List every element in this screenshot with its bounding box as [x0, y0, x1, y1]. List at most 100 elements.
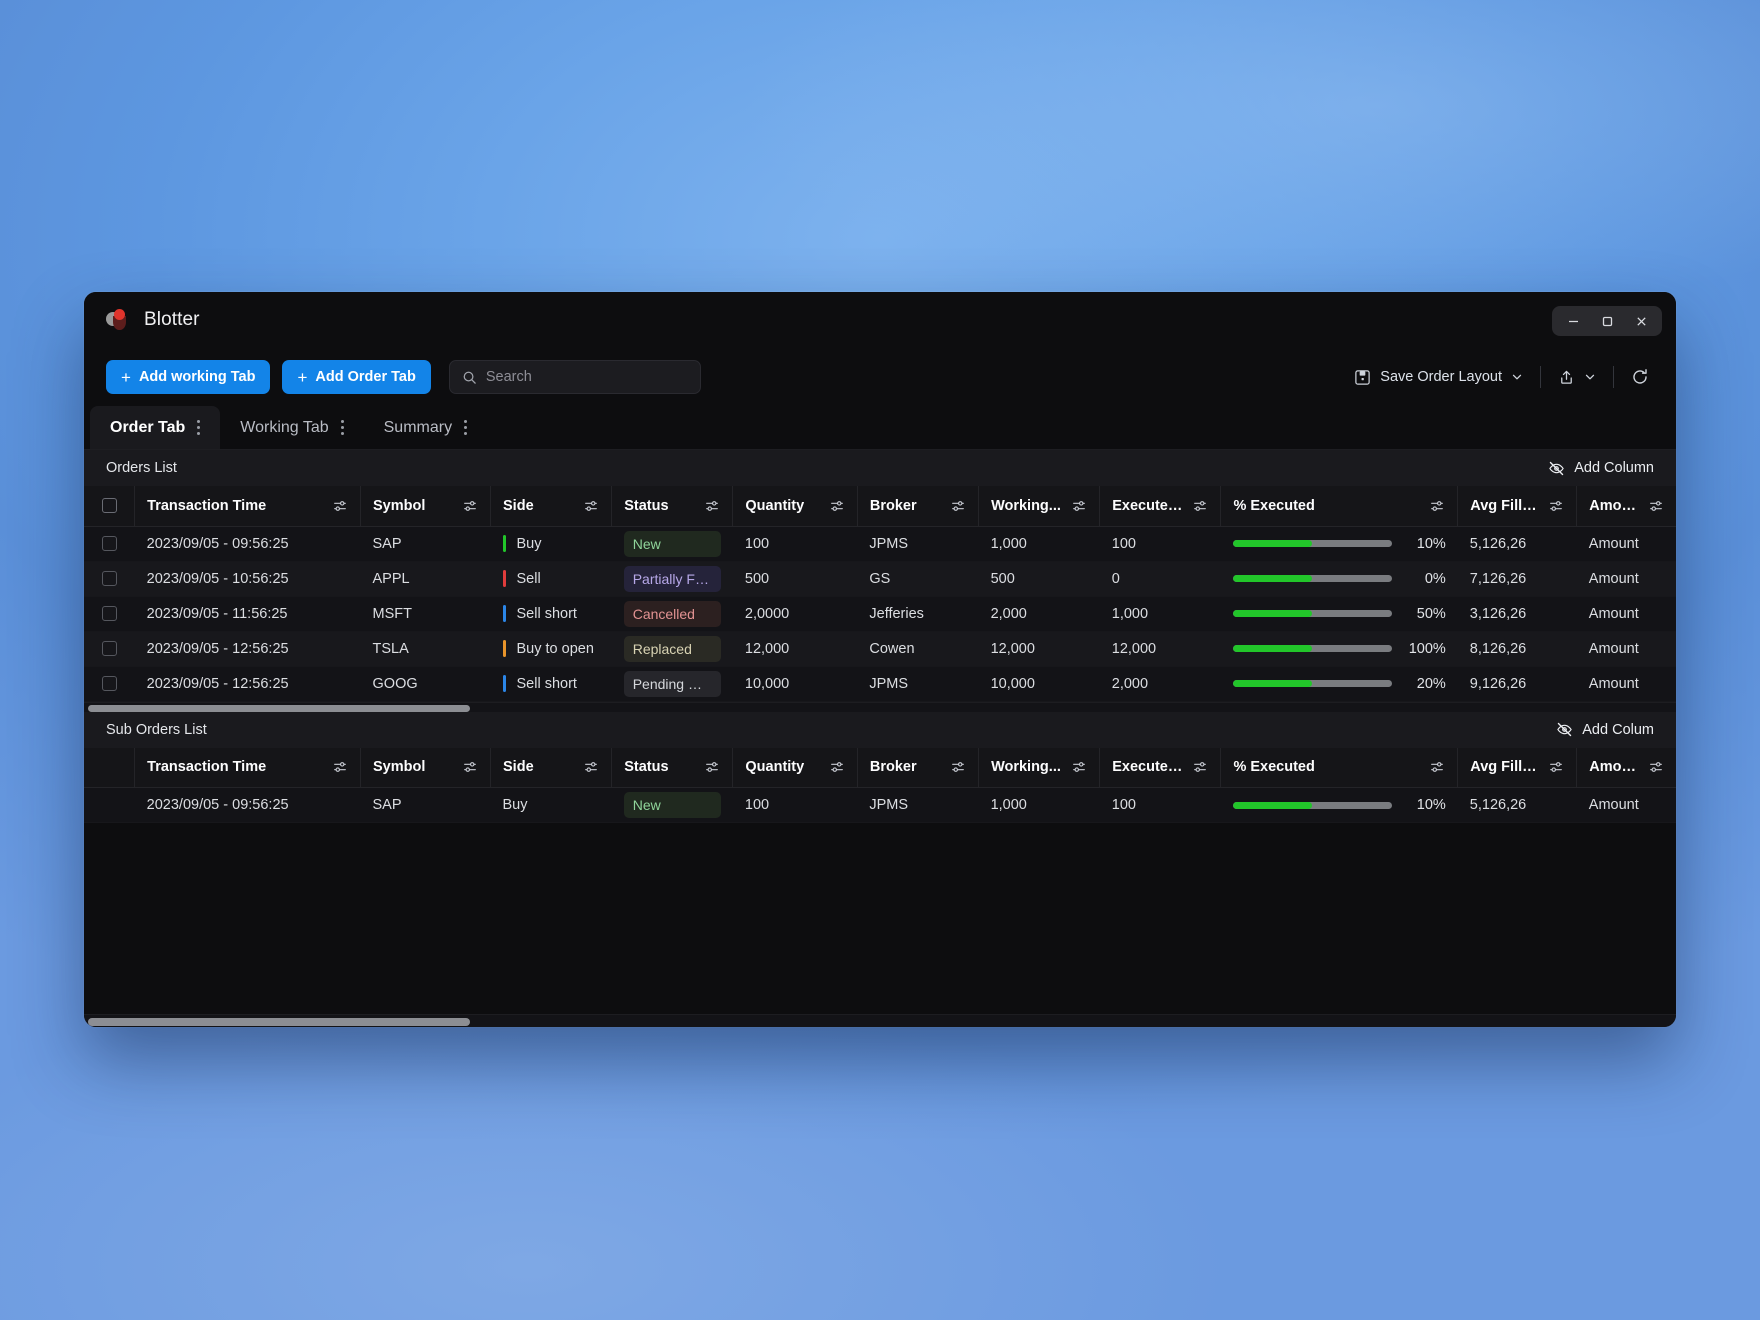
filter-sliders-icon[interactable]	[1063, 759, 1087, 775]
table-row[interactable]: 2023/09/05 - 11:56:25 MSFT Sell short Cance…	[84, 596, 1676, 632]
row-select-cell[interactable]	[84, 787, 135, 823]
filter-sliders-icon[interactable]	[1640, 759, 1664, 775]
status-cell: Cancelled	[611, 596, 733, 632]
column-header-amount[interactable]: Amount	[1576, 747, 1676, 788]
column-header-side[interactable]: Side	[490, 486, 613, 527]
filter-sliders-icon[interactable]	[1540, 498, 1564, 514]
column-header-broker[interactable]: Broker	[857, 486, 980, 527]
column-header-quantity[interactable]: Quantity	[732, 747, 858, 788]
filter-sliders-icon[interactable]	[1184, 759, 1208, 775]
row-select-cell[interactable]	[84, 666, 135, 702]
plus-icon: +	[297, 367, 308, 387]
kebab-menu-icon[interactable]	[197, 420, 201, 435]
transaction-time-cell: 2023/09/05 - 10:56:25	[134, 561, 361, 597]
kebab-menu-icon[interactable]	[340, 420, 344, 435]
column-header-executed[interactable]: Executed..	[1099, 486, 1222, 527]
column-header-quantity[interactable]: Quantity	[732, 486, 858, 527]
search-input[interactable]	[485, 369, 688, 385]
select-all-checkbox[interactable]	[101, 498, 117, 514]
column-label: Working...	[991, 497, 1061, 514]
table-row[interactable]: 2023/09/05 - 10:56:25 APPL Sell Partially F…	[84, 561, 1676, 597]
tab-summary[interactable]: Summary	[364, 406, 487, 449]
filter-sliders-icon[interactable]	[942, 759, 966, 775]
column-header-pct-executed[interactable]: % Executed	[1220, 747, 1459, 788]
column-header-working[interactable]: Working...	[978, 747, 1101, 788]
filter-sliders-icon[interactable]	[821, 498, 845, 514]
avg-fill-price-cell: 5,126,26	[1457, 787, 1577, 823]
tab-order-tab[interactable]: Order Tab	[90, 406, 221, 449]
kebab-menu-icon[interactable]	[464, 420, 468, 435]
filter-sliders-icon[interactable]	[575, 498, 599, 514]
add-working-tab-button[interactable]: + Add working Tab	[106, 360, 271, 394]
filter-sliders-icon[interactable]	[575, 759, 599, 775]
symbol-cell: TSLA	[360, 631, 491, 667]
transaction-time-cell: 2023/09/05 - 12:56:25	[134, 631, 361, 667]
row-checkbox[interactable]	[101, 536, 117, 552]
maximize-button[interactable]	[1592, 310, 1622, 332]
column-header-status[interactable]: Status	[611, 486, 734, 527]
window-scroll-thumb[interactable]	[88, 1018, 471, 1026]
column-header-symbol[interactable]: Symbol	[360, 747, 492, 788]
row-checkbox[interactable]	[101, 571, 117, 587]
row-checkbox[interactable]	[101, 676, 117, 692]
table-row[interactable]: 2023/09/05 - 12:56:25 GOOG Sell short Pendi…	[84, 666, 1676, 702]
column-header-status[interactable]: Status	[611, 747, 734, 788]
filter-sliders-icon[interactable]	[1063, 498, 1087, 514]
filter-sliders-icon[interactable]	[454, 759, 478, 775]
add-column-button-sub-orders[interactable]: Add Colum	[1556, 721, 1660, 738]
filter-sliders-icon[interactable]	[1540, 759, 1564, 775]
row-select-cell[interactable]	[84, 561, 135, 597]
row-checkbox[interactable]	[101, 641, 117, 657]
row-checkbox[interactable]	[101, 606, 117, 622]
table-row[interactable]: 2023/09/05 - 12:56:25 TSLA Buy to open Repl…	[84, 631, 1676, 667]
filter-sliders-icon[interactable]	[942, 498, 966, 514]
filter-sliders-icon[interactable]	[696, 759, 720, 775]
column-header-working[interactable]: Working...	[978, 486, 1101, 527]
share-button[interactable]	[1547, 360, 1607, 394]
column-header-symbol[interactable]: Symbol	[360, 486, 492, 527]
filter-sliders-icon[interactable]	[324, 759, 348, 775]
column-header-avg-fill-price[interactable]: Avg Fill P...	[1457, 486, 1578, 527]
executed-cell: 2,000	[1099, 666, 1221, 702]
orders-horizontal-scrollbar[interactable]	[84, 701, 1676, 712]
column-header-amount[interactable]: Amount	[1576, 486, 1676, 527]
filter-sliders-icon[interactable]	[454, 498, 478, 514]
column-header-pct-executed[interactable]: % Executed	[1220, 486, 1459, 527]
refresh-button[interactable]	[1620, 360, 1660, 394]
filter-sliders-icon[interactable]	[821, 759, 845, 775]
window-horizontal-scrollbar[interactable]	[84, 1014, 1676, 1027]
row-select-cell[interactable]	[84, 631, 135, 667]
column-header-broker[interactable]: Broker	[857, 747, 980, 788]
filter-sliders-icon[interactable]	[1421, 759, 1445, 775]
minimize-button[interactable]	[1558, 310, 1588, 332]
close-button[interactable]	[1626, 310, 1656, 332]
row-select-cell[interactable]	[84, 526, 135, 562]
broker-cell: Cowen	[857, 631, 979, 667]
select-all-header[interactable]	[84, 486, 136, 527]
column-header-transaction-time[interactable]: Transaction Time	[134, 747, 362, 788]
column-header-transaction-time[interactable]: Transaction Time	[134, 486, 362, 527]
add-column-button-orders[interactable]: Add Column	[1548, 460, 1660, 477]
table-row[interactable]: 2023/09/05 - 09:56:25 SAP Buy New 100 JPMS 1,0…	[84, 526, 1676, 562]
tab-label: Order Tab	[110, 418, 186, 436]
side-label: Buy	[502, 797, 528, 813]
table-row[interactable]: 2023/09/05 - 09:56:25 SAP Buy New 100 JPMS 1,0…	[84, 787, 1676, 823]
add-order-tab-button[interactable]: + Add Order Tab	[282, 360, 431, 394]
filter-sliders-icon[interactable]	[324, 498, 348, 514]
filter-sliders-icon[interactable]	[696, 498, 720, 514]
filter-sliders-icon[interactable]	[1421, 498, 1445, 514]
column-header-executed[interactable]: Executed..	[1099, 747, 1222, 788]
transaction-time-cell: 2023/09/05 - 09:56:25	[134, 787, 361, 823]
orders-scroll-thumb[interactable]	[88, 704, 471, 712]
filter-sliders-icon[interactable]	[1640, 498, 1664, 514]
add-working-tab-label: Add working Tab	[138, 369, 256, 385]
column-header-avg-fill-price[interactable]: Avg Fill P...	[1457, 747, 1578, 788]
row-select-cell[interactable]	[84, 596, 135, 632]
side-color-indicator	[502, 640, 506, 657]
sub-select-all-header[interactable]	[84, 747, 136, 788]
column-header-side[interactable]: Side	[490, 747, 613, 788]
tab-working-tab[interactable]: Working Tab	[220, 406, 363, 449]
search-box[interactable]	[448, 360, 701, 394]
filter-sliders-icon[interactable]	[1184, 498, 1208, 514]
save-order-layout-button[interactable]: Save Order Layout	[1343, 360, 1534, 394]
